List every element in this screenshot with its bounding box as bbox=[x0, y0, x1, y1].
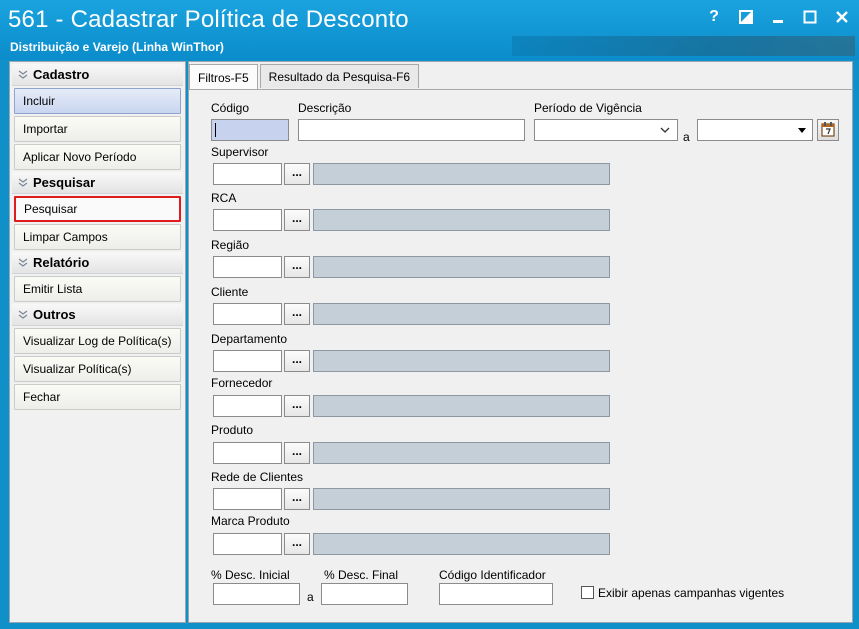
minimize-icon bbox=[772, 10, 784, 24]
fornecedor-label: Fornecedor bbox=[211, 376, 273, 390]
desc-final-input[interactable] bbox=[321, 583, 408, 605]
supervisor-code-input[interactable] bbox=[213, 163, 282, 185]
marca-produto-label: Marca Produto bbox=[211, 514, 290, 528]
calendar-icon bbox=[820, 121, 836, 140]
window-title: 561 - Cadastrar Política de Desconto bbox=[8, 6, 409, 33]
restore-layout-button[interactable] bbox=[737, 8, 755, 26]
marca-produto-search-button[interactable]: ... bbox=[284, 533, 310, 555]
regiao-label: Região bbox=[211, 238, 250, 252]
rca-label: RCA bbox=[211, 191, 237, 205]
desc-inicial-label: % Desc. Inicial bbox=[211, 568, 290, 582]
rede-clientes-name-field bbox=[313, 488, 610, 510]
rca-code-input[interactable] bbox=[213, 209, 282, 231]
visualizar-log-button[interactable]: Visualizar Log de Política(s) bbox=[14, 328, 181, 354]
title-decoration bbox=[512, 36, 855, 56]
supervisor-label: Supervisor bbox=[211, 145, 269, 159]
close-icon bbox=[835, 10, 849, 24]
exibir-vigentes-label: Exibir apenas campanhas vigentes bbox=[598, 586, 785, 600]
section-outros[interactable]: Outros bbox=[12, 304, 183, 326]
visualizar-politicas-button[interactable]: Visualizar Política(s) bbox=[14, 356, 181, 382]
fornecedor-code-input[interactable] bbox=[213, 395, 282, 417]
chevron-collapse-icon bbox=[18, 178, 28, 188]
maximize-icon bbox=[803, 10, 817, 24]
produto-search-button[interactable]: ... bbox=[284, 442, 310, 464]
tab-resultado-pesquisa[interactable]: Resultado da Pesquisa-F6 bbox=[259, 64, 420, 88]
main-panel: Filtros-F5 Resultado da Pesquisa-F6 Códi… bbox=[188, 61, 853, 623]
exibir-vigentes-checkbox[interactable] bbox=[581, 586, 594, 599]
regiao-search-button[interactable]: ... bbox=[284, 256, 310, 278]
supervisor-name-field bbox=[313, 163, 610, 185]
departamento-code-input[interactable] bbox=[213, 350, 282, 372]
marca-produto-code-input[interactable] bbox=[213, 533, 282, 555]
rede-clientes-label: Rede de Clientes bbox=[211, 470, 304, 484]
importar-button[interactable]: Importar bbox=[14, 116, 181, 142]
periodo-a-label: a bbox=[683, 130, 690, 144]
chevron-down-icon bbox=[659, 124, 671, 136]
descricao-input[interactable] bbox=[298, 119, 525, 141]
departamento-name-field bbox=[313, 350, 610, 372]
title-bar: 561 - Cadastrar Política de Desconto Dis… bbox=[0, 0, 859, 60]
limpar-campos-button[interactable]: Limpar Campos bbox=[14, 224, 181, 250]
dropdown-arrow-icon bbox=[796, 124, 808, 136]
cliente-search-button[interactable]: ... bbox=[284, 303, 310, 325]
actions-panel: Cadastro Incluir Importar Aplicar Novo P… bbox=[9, 61, 186, 623]
section-title: Pesquisar bbox=[33, 175, 96, 190]
tab-filtros[interactable]: Filtros-F5 bbox=[189, 64, 258, 90]
periodo-inicio-select[interactable] bbox=[534, 119, 678, 141]
incluir-button[interactable]: Incluir bbox=[14, 88, 181, 114]
calendar-button[interactable] bbox=[817, 119, 839, 141]
produto-code-input[interactable] bbox=[213, 442, 282, 464]
tab-bar: Filtros-F5 Resultado da Pesquisa-F6 bbox=[189, 64, 421, 90]
chevron-collapse-icon bbox=[18, 258, 28, 268]
chevron-collapse-icon bbox=[18, 70, 28, 80]
descricao-label: Descrição bbox=[298, 101, 352, 115]
codigo-identificador-input[interactable] bbox=[439, 583, 553, 605]
produto-label: Produto bbox=[211, 423, 254, 437]
codigo-identificador-label: Código Identificador bbox=[439, 568, 546, 582]
periodo-vigencia-label: Período de Vigência bbox=[534, 101, 642, 115]
fornecedor-search-button[interactable]: ... bbox=[284, 395, 310, 417]
rede-clientes-search-button[interactable]: ... bbox=[284, 488, 310, 510]
rca-name-field bbox=[313, 209, 610, 231]
window-subtitle: Distribuição e Varejo (Linha WinThor) bbox=[10, 40, 224, 54]
close-button[interactable] bbox=[833, 8, 851, 26]
filters-form: Código Descrição Período de Vigência a S… bbox=[189, 89, 852, 622]
section-title: Cadastro bbox=[33, 67, 90, 82]
codigo-label: Código bbox=[211, 101, 250, 115]
departamento-search-button[interactable]: ... bbox=[284, 350, 310, 372]
desc-a-label: a bbox=[307, 590, 314, 604]
periodo-fim-select[interactable] bbox=[697, 119, 813, 141]
section-relatorio[interactable]: Relatório bbox=[12, 252, 183, 274]
section-pesquisar[interactable]: Pesquisar bbox=[12, 172, 183, 194]
cliente-name-field bbox=[313, 303, 610, 325]
rca-search-button[interactable]: ... bbox=[284, 209, 310, 231]
aplicar-novo-periodo-button[interactable]: Aplicar Novo Período bbox=[14, 144, 181, 170]
emitir-lista-button[interactable]: Emitir Lista bbox=[14, 276, 181, 302]
cliente-code-input[interactable] bbox=[213, 303, 282, 325]
text-caret bbox=[215, 123, 216, 137]
produto-name-field bbox=[313, 442, 610, 464]
supervisor-search-button[interactable]: ... bbox=[284, 163, 310, 185]
section-title: Outros bbox=[33, 307, 76, 322]
layout-icon bbox=[739, 10, 753, 24]
cliente-label: Cliente bbox=[211, 285, 249, 299]
window-controls: ? bbox=[705, 8, 851, 26]
chevron-collapse-icon bbox=[18, 310, 28, 320]
section-title: Relatório bbox=[33, 255, 90, 270]
marca-produto-name-field bbox=[313, 533, 610, 555]
help-button[interactable]: ? bbox=[705, 8, 723, 26]
rede-clientes-code-input[interactable] bbox=[213, 488, 282, 510]
regiao-name-field bbox=[313, 256, 610, 278]
fechar-button[interactable]: Fechar bbox=[14, 384, 181, 410]
minimize-button[interactable] bbox=[769, 8, 787, 26]
desc-final-label: % Desc. Final bbox=[324, 568, 399, 582]
desc-inicial-input[interactable] bbox=[213, 583, 300, 605]
maximize-button[interactable] bbox=[801, 8, 819, 26]
pesquisar-button[interactable]: Pesquisar bbox=[14, 196, 181, 222]
regiao-code-input[interactable] bbox=[213, 256, 282, 278]
section-cadastro[interactable]: Cadastro bbox=[12, 64, 183, 86]
departamento-label: Departamento bbox=[211, 332, 288, 346]
codigo-input[interactable] bbox=[211, 119, 289, 141]
fornecedor-name-field bbox=[313, 395, 610, 417]
